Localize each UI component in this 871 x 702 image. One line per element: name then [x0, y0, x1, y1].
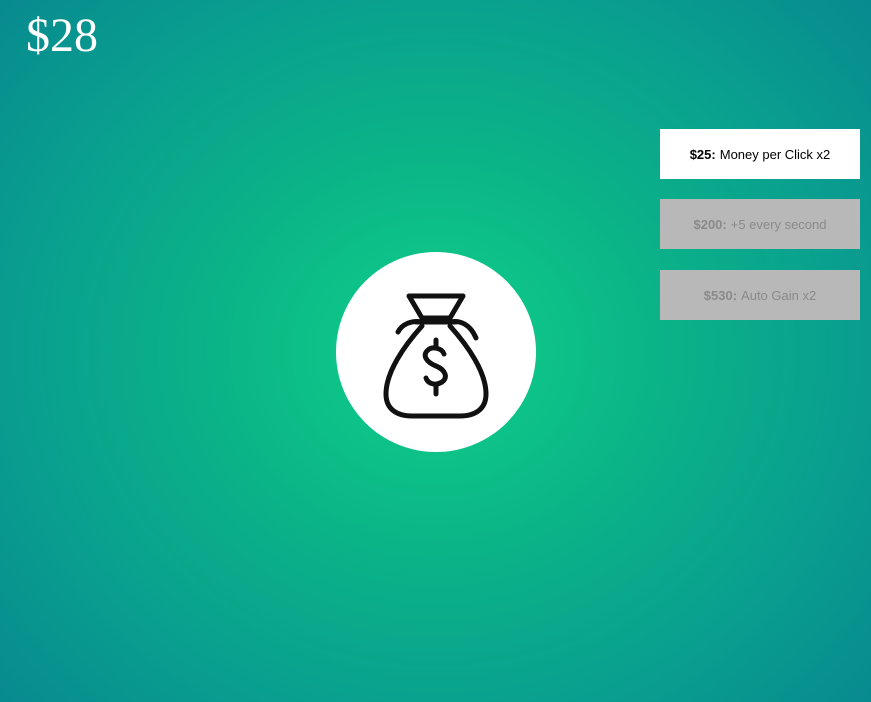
- upgrade-money-per-click[interactable]: $25: Money per Click x2: [660, 129, 860, 179]
- upgrade-label: Auto Gain x2: [741, 287, 817, 303]
- upgrade-price: $200:: [693, 216, 727, 232]
- upgrade-label: +5 every second: [730, 216, 827, 232]
- money-bag-button[interactable]: [336, 252, 536, 452]
- upgrade-price: $530:: [703, 287, 738, 303]
- money-counter: $28: [26, 9, 98, 62]
- money-bag-icon: [383, 293, 489, 419]
- upgrade-plus-five-per-second[interactable]: $200: +5 every second: [660, 199, 860, 249]
- upgrade-label: Money per Click x2: [719, 146, 831, 162]
- upgrade-auto-gain[interactable]: $530: Auto Gain x2: [660, 270, 860, 320]
- upgrade-price: $25:: [689, 146, 716, 162]
